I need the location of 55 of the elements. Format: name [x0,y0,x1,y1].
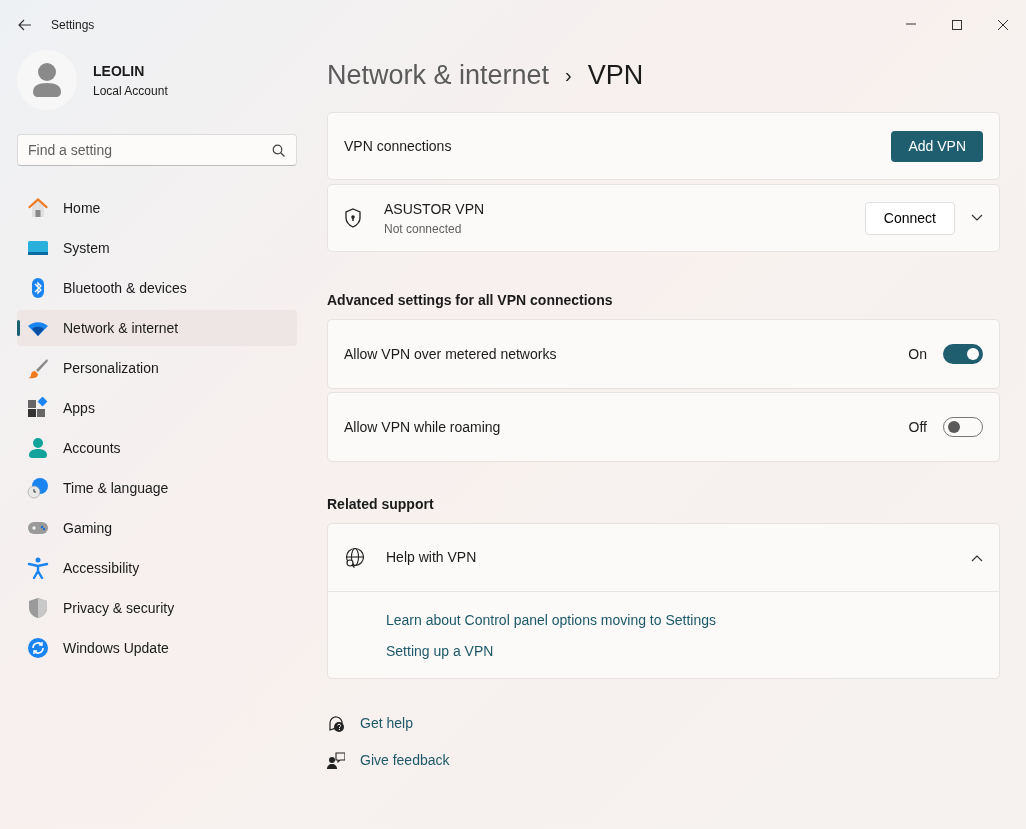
globe-clock-icon [27,477,49,499]
setting-label: Allow VPN while roaming [344,417,502,437]
sidebar-item[interactable]: Apps [17,390,297,426]
footer-link[interactable]: Get help [360,713,413,734]
sidebar-item[interactable]: Gaming [17,510,297,546]
sidebar-item[interactable]: Network & internet [17,310,297,346]
apps-icon [27,397,49,419]
breadcrumb-separator: › [565,63,572,88]
vpn-name: ASUSTOR VPN [384,199,486,219]
chevron-up-icon[interactable] [971,553,983,562]
help-link[interactable]: Setting up a VPN [386,641,494,662]
person-icon [27,437,49,459]
sidebar-item[interactable]: Accessibility [17,550,297,586]
setting-label: VPN connections [344,136,453,156]
help-chat-icon [327,714,345,733]
selection-indicator [17,320,20,336]
section-heading: Related support [327,495,435,514]
sidebar-item[interactable]: Accounts [17,430,297,466]
back-arrow-icon[interactable] [18,19,32,31]
setting-label: Allow VPN over metered networks [344,344,558,364]
paintbrush-icon [27,357,49,379]
sidebar-item[interactable]: Bluetooth & devices [17,270,297,306]
maximize-icon [951,19,963,31]
window-title: Settings [51,17,96,34]
chevron-down-icon[interactable] [971,214,983,222]
search-icon [272,144,285,157]
toggle-switch[interactable] [943,344,983,364]
shield-icon [27,597,49,619]
search-field[interactable]: Find a setting [17,134,297,166]
add-vpn-button[interactable]: Add VPN [891,130,983,162]
account-name: LEOLIN [93,61,146,81]
help-title: Help with VPN [386,548,478,567]
sidebar-item[interactable]: Windows Update [17,630,297,666]
toggle-state-text: On [908,344,927,364]
sidebar-item[interactable]: Privacy & security [17,590,297,626]
sidebar-item[interactable]: Time & language [17,470,297,506]
house-icon [27,197,49,219]
page-title: VPN [587,58,644,92]
sidebar-item[interactable]: Home [17,190,297,226]
vpn-status: Not connected [384,220,463,238]
breadcrumb-parent[interactable]: Network & internet [327,54,550,96]
sidebar-item[interactable]: System [17,230,297,266]
toggle-state-text: Off [908,417,927,437]
footer-link[interactable]: Give feedback [360,750,450,771]
accessibility-icon [27,557,49,579]
account-type: Local Account [93,82,168,100]
feedback-icon [327,751,345,770]
close-icon [997,19,1009,31]
help-link[interactable]: Learn about Control panel options moving to Settings [386,610,716,631]
connect-button[interactable]: Connect [864,201,955,235]
globe-search-icon [344,546,366,569]
sidebar-item[interactable]: Personalization [17,350,297,386]
section-heading: Advanced settings for all VPN connections [327,291,614,310]
shield-lock-icon [344,208,362,228]
sync-icon [27,637,49,659]
